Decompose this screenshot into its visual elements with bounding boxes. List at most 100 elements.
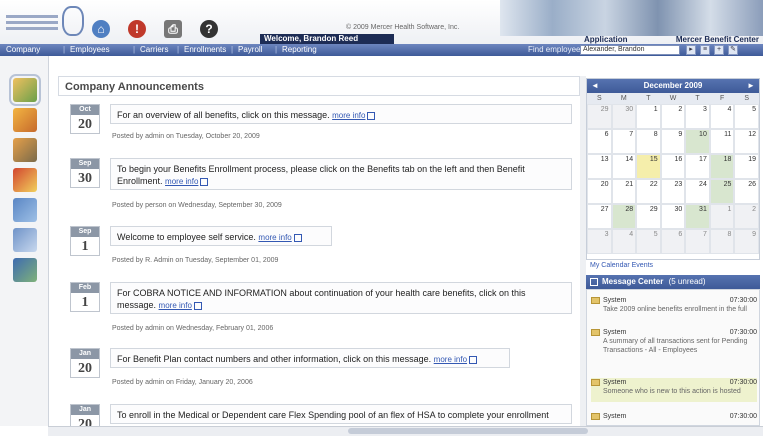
message-from: System: [603, 329, 627, 336]
calendar-day[interactable]: 5: [734, 104, 759, 129]
calendar-day[interactable]: 2: [734, 204, 759, 229]
announcement-message[interactable]: Welcome to employee self service. more i…: [110, 226, 332, 246]
home-icon[interactable]: ⌂: [92, 20, 110, 38]
announcement-message[interactable]: For an overview of all benefits, click o…: [110, 104, 572, 124]
calendar-day[interactable]: 15: [636, 154, 661, 179]
message-time: 07:30:00: [729, 413, 757, 420]
calendar-day[interactable]: 1: [709, 204, 735, 229]
calendar-day[interactable]: 19: [734, 154, 759, 179]
calendar-day[interactable]: 8: [636, 129, 661, 154]
calendar-day[interactable]: 26: [734, 179, 759, 204]
benefit-center-link[interactable]: Mercer Benefit Center: [676, 35, 759, 44]
calendar-events-link[interactable]: My Calendar Events: [590, 262, 653, 269]
message-preview: Take 2009 online benefits enrollment in …: [603, 306, 747, 313]
calendar-day[interactable]: 31: [685, 204, 710, 229]
chart-icon[interactable]: [13, 258, 37, 282]
calendar-day[interactable]: 7: [685, 229, 710, 254]
message-from: System: [603, 297, 627, 304]
calendar-day[interactable]: 18: [709, 154, 735, 179]
alert-icon[interactable]: !: [128, 20, 146, 38]
calendar-day[interactable]: 1: [636, 104, 661, 129]
calendar-day[interactable]: 3: [587, 229, 612, 254]
announcement-message[interactable]: For Benefit Plan contact numbers and oth…: [110, 348, 510, 368]
announcement-message[interactable]: To enroll in the Medical or Dependent ca…: [110, 404, 572, 424]
add-icon[interactable]: +: [714, 45, 724, 55]
calendar-day[interactable]: 9: [734, 229, 759, 254]
calendar-day[interactable]: 30: [660, 204, 686, 229]
calendar-day[interactable]: 17: [685, 154, 710, 179]
benefits-icon[interactable]: [13, 138, 37, 162]
calendar-day[interactable]: 3: [685, 104, 710, 129]
nav-carriers[interactable]: Carriers: [133, 44, 169, 56]
calendar-day[interactable]: 4: [709, 104, 735, 129]
announcement-message[interactable]: For COBRA NOTICE AND INFORMATION about c…: [110, 282, 572, 314]
calendar-day[interactable]: 24: [685, 179, 710, 204]
calendar-day[interactable]: 23: [660, 179, 686, 204]
calendar-day[interactable]: 28: [611, 204, 637, 229]
employees-icon[interactable]: [13, 108, 37, 132]
calendar-day[interactable]: 11: [709, 129, 735, 154]
calendar-day[interactable]: 8: [709, 229, 735, 254]
message-item[interactable]: System 07:30:00 Someone who is new to th…: [591, 378, 757, 402]
nav-employees[interactable]: Employees: [63, 44, 110, 56]
message-center-icon: [590, 278, 598, 286]
calendar-day[interactable]: 4: [611, 229, 637, 254]
calendar-day[interactable]: 16: [660, 154, 686, 179]
application-link[interactable]: Application: [584, 35, 628, 44]
calendar-day[interactable]: 9: [660, 129, 686, 154]
nav-enrollments[interactable]: Enrollments: [177, 44, 226, 56]
calendar-day[interactable]: 27: [587, 204, 612, 229]
calendar-day[interactable]: 13: [587, 154, 612, 179]
message-text: For Benefit Plan contact numbers and oth…: [117, 354, 432, 364]
calendar-day[interactable]: 12: [734, 129, 759, 154]
calendar-day[interactable]: 7: [611, 129, 637, 154]
next-month-button[interactable]: ►: [745, 79, 757, 93]
list-icon[interactable]: ≡: [700, 45, 710, 55]
calendar-day[interactable]: 20: [587, 179, 612, 204]
reports-icon[interactable]: [13, 228, 37, 252]
envelope-icon: [591, 379, 600, 386]
company-icon[interactable]: [9, 74, 41, 106]
calendar-day[interactable]: 2: [660, 104, 686, 129]
posted-by: Posted by admin on Friday, January 20, 2…: [112, 379, 253, 386]
more-info-link[interactable]: more info: [258, 233, 291, 242]
help-icon[interactable]: ?: [200, 20, 218, 38]
message-item[interactable]: System 07:30:00: [591, 412, 757, 424]
nav-payroll[interactable]: Payroll: [231, 44, 263, 56]
print-icon[interactable]: ⎙: [164, 20, 182, 38]
edit-icon[interactable]: ✎: [728, 45, 738, 55]
calendar-day[interactable]: 6: [587, 129, 612, 154]
calendar-day[interactable]: 10: [685, 129, 710, 154]
message-item[interactable]: System 07:30:00 A summary of all transac…: [591, 328, 757, 374]
calendar-day[interactable]: 25: [709, 179, 735, 204]
more-info-link[interactable]: more info: [165, 177, 198, 186]
more-info-link[interactable]: more info: [159, 301, 192, 310]
more-info-link[interactable]: more info: [332, 111, 365, 120]
message-item[interactable]: System 07:30:00 Take 2009 online benefit…: [591, 296, 757, 318]
calendar-day[interactable]: 14: [611, 154, 637, 179]
go-icon[interactable]: ▸: [686, 45, 696, 55]
scroll-thumb[interactable]: [348, 428, 588, 434]
calendar-day[interactable]: 5: [636, 229, 661, 254]
calendar-day[interactable]: 21: [611, 179, 637, 204]
weekday-label: W: [669, 95, 677, 102]
prev-month-button[interactable]: ◄: [589, 79, 601, 93]
nav-company[interactable]: Company: [6, 44, 40, 56]
calendar-day[interactable]: 29: [587, 104, 612, 129]
calendar-day[interactable]: 30: [611, 104, 637, 129]
date-badge: Jan 20: [70, 348, 100, 378]
date-day: 20: [78, 417, 92, 426]
calendar-icon[interactable]: [13, 168, 37, 192]
more-info-link[interactable]: more info: [434, 355, 467, 364]
documents-icon[interactable]: [13, 198, 37, 222]
weekday-label: S: [744, 95, 750, 102]
calendar-day[interactable]: 29: [636, 204, 661, 229]
nav-reporting[interactable]: Reporting: [275, 44, 317, 56]
calendar-day[interactable]: 6: [660, 229, 686, 254]
employee-select[interactable]: Alexander, Brandon: [580, 45, 680, 55]
date-day: 20: [78, 117, 92, 132]
date-month: Jan: [71, 405, 99, 415]
announcement-message[interactable]: To begin your Benefits Enrollment proces…: [110, 158, 572, 190]
weekday-label: T: [646, 95, 651, 102]
calendar-day[interactable]: 22: [636, 179, 661, 204]
